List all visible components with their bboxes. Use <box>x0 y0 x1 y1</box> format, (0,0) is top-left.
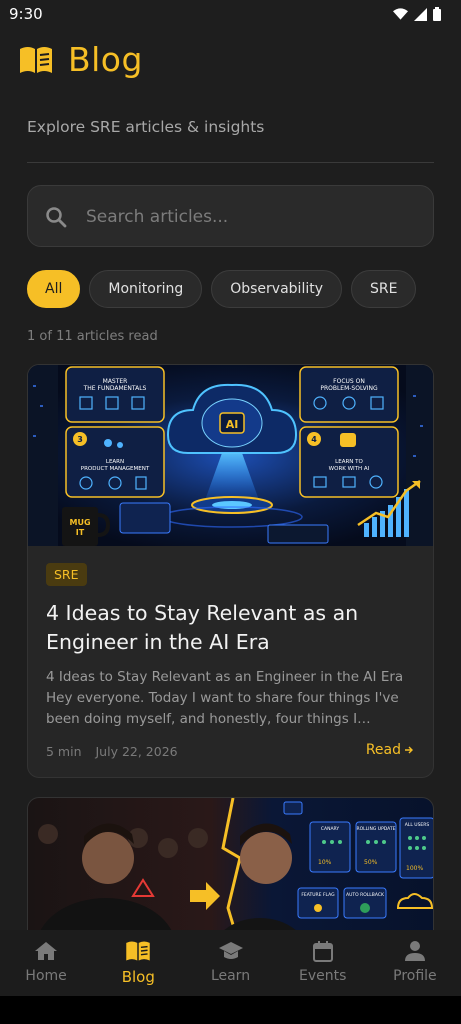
article-meta: 5 min July 22, 2026 <box>46 744 178 759</box>
svg-text:IT: IT <box>76 528 85 537</box>
blog-screen: 9:30 Blog Explore SRE articles & insight… <box>0 0 461 1024</box>
divider <box>27 162 434 163</box>
svg-text:CANARY: CANARY <box>321 826 340 832</box>
article-cover-image: MASTER THE FUNDAMENTALS FOCUS ON PROBLEM… <box>28 365 433 546</box>
nav-item-blog[interactable]: Blog <box>92 930 184 996</box>
article-date: July 22, 2026 <box>95 744 178 759</box>
chip-observability[interactable]: Observability <box>211 270 342 308</box>
bottom-nav: Home Blog Learn Events Profile <box>0 930 461 996</box>
read-count: 1 of 11 articles read <box>27 329 158 344</box>
svg-text:FEATURE FLAG: FEATURE FLAG <box>301 892 335 898</box>
svg-text:MASTER: MASTER <box>103 378 128 385</box>
svg-text:LEARN TO: LEARN TO <box>335 459 363 465</box>
nav-label-blog: Blog <box>121 968 155 986</box>
nav-item-home[interactable]: Home <box>0 930 92 996</box>
article-read-time: 5 min <box>46 744 82 759</box>
svg-text:THE FUNDAMENTALS: THE FUNDAMENTALS <box>83 385 147 392</box>
svg-text:100%: 100% <box>406 865 423 872</box>
svg-text:ROLLING UPDATE: ROLLING UPDATE <box>356 826 395 832</box>
home-icon <box>35 942 58 960</box>
wifi-icon <box>393 7 408 20</box>
person-icon <box>404 941 425 961</box>
chip-all[interactable]: All <box>27 270 81 308</box>
search-icon <box>46 207 67 228</box>
signal-icon <box>414 7 427 21</box>
svg-text:10%: 10% <box>318 859 332 866</box>
arrow-right-icon <box>405 746 413 754</box>
article-title[interactable]: 4 Ideas to Stay Relevant as an Engineer … <box>46 599 421 657</box>
svg-text:FOCUS ON: FOCUS ON <box>333 378 365 385</box>
chip-sre[interactable]: SRE <box>351 270 417 308</box>
read-link[interactable]: Read <box>366 742 415 758</box>
svg-text:ALL USERS: ALL USERS <box>405 822 430 828</box>
read-link-label: Read <box>365 742 401 758</box>
page-title: Blog <box>68 40 143 79</box>
nav-label-profile: Profile <box>393 968 437 984</box>
nav-label-events: Events <box>299 968 347 984</box>
chip-monitoring[interactable]: Monitoring <box>89 270 203 308</box>
search-input[interactable] <box>86 200 416 234</box>
filter-chips: All Monitoring Observability SRE <box>27 270 417 308</box>
svg-text:AI: AI <box>226 418 239 431</box>
nav-item-learn[interactable]: Learn <box>184 930 276 996</box>
article-card[interactable]: MASTER THE FUNDAMENTALS FOCUS ON PROBLEM… <box>27 364 434 778</box>
article-excerpt: 4 Ideas to Stay Relevant as an Engineer … <box>46 669 404 727</box>
nav-item-profile[interactable]: Profile <box>369 930 461 996</box>
nav-item-events[interactable]: Events <box>277 930 369 996</box>
graduation-cap-icon <box>218 942 243 959</box>
battery-icon <box>433 7 441 21</box>
svg-text:3: 3 <box>77 435 83 444</box>
svg-text:PROBLEM-SOLVING: PROBLEM-SOLVING <box>320 385 378 392</box>
svg-text:LEARN: LEARN <box>106 459 124 465</box>
system-nav-bar <box>0 996 461 1024</box>
status-bar: 9:30 <box>0 0 461 30</box>
nav-label-learn: Learn <box>210 968 251 984</box>
status-time: 9:30 <box>9 5 43 23</box>
svg-text:MUG: MUG <box>69 518 90 527</box>
calendar-icon <box>312 941 333 962</box>
svg-text:WORK WITH AI: WORK WITH AI <box>329 466 370 472</box>
article-tag: SRE <box>46 563 87 586</box>
svg-text:50%: 50% <box>364 859 378 866</box>
page-subtitle: Explore SRE articles & insights <box>27 118 265 136</box>
page-header: Blog <box>18 40 143 79</box>
svg-text:4: 4 <box>311 435 317 444</box>
svg-text:AUTO ROLLBACK: AUTO ROLLBACK <box>346 892 385 898</box>
svg-text:PRODUCT MANAGEMENT: PRODUCT MANAGEMENT <box>81 466 150 472</box>
search-box[interactable] <box>27 185 434 247</box>
book-icon <box>126 941 151 961</box>
book-icon <box>20 46 52 73</box>
status-icons <box>393 7 441 21</box>
nav-label-home: Home <box>25 968 67 984</box>
